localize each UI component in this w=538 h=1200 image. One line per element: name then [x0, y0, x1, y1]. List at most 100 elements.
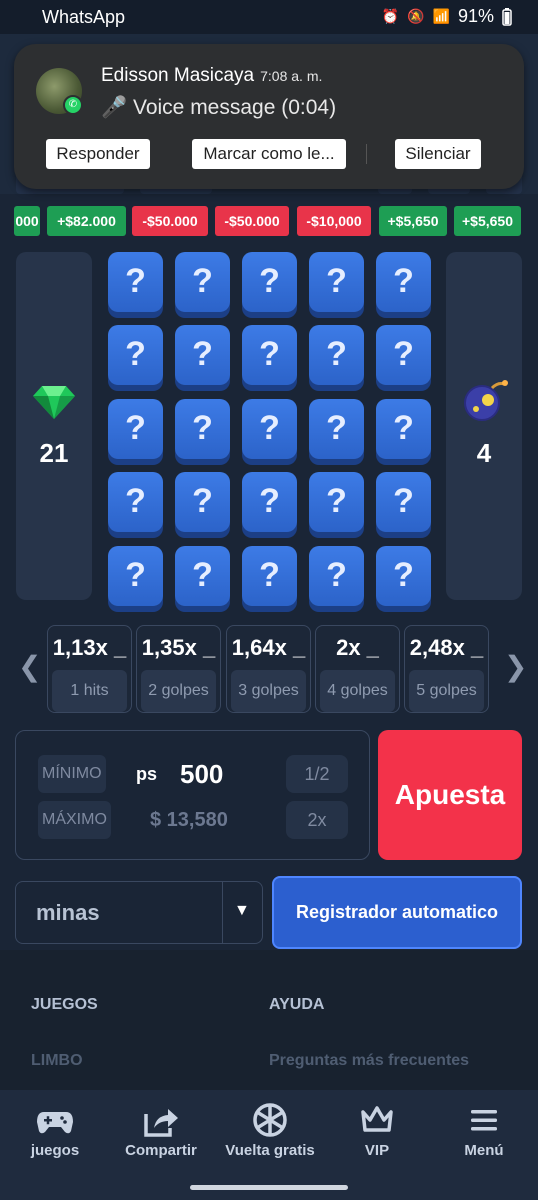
caret-down-icon[interactable]: ▼ — [234, 902, 250, 920]
battery-level: 91% — [457, 6, 494, 26]
mine-tile[interactable]: ? — [242, 252, 297, 312]
bet-button[interactable]: Apuesta — [378, 730, 522, 860]
mine-tile[interactable]: ? — [175, 472, 230, 532]
divider — [222, 882, 223, 943]
mine-tile[interactable]: ? — [309, 546, 364, 606]
history-chip: +$5,650 — [454, 206, 521, 236]
bet-panel: MÍNIMO ps 500 1/2 MÁXIMO $ 13,580 2x — [15, 730, 370, 860]
footer-link-limbo[interactable]: LIMBO — [31, 1052, 83, 1070]
nav-share[interactable]: Compartir — [112, 1090, 210, 1180]
history-chip: -$10,000 — [297, 206, 371, 236]
notification-message: 🎤 Voice message (0:04) — [101, 96, 337, 119]
multiplier-value: 1,13x _ — [52, 635, 127, 660]
mine-tile[interactable]: ? — [175, 325, 230, 385]
mine-tile[interactable]: ? — [309, 325, 364, 385]
history-chip: 000 — [14, 206, 40, 236]
mine-tile[interactable]: ? — [376, 399, 431, 459]
auto-bet-button[interactable]: Registrador automatico — [272, 876, 522, 949]
mine-tile[interactable]: ? — [309, 472, 364, 532]
multiplier-hits: 1 hits — [52, 670, 127, 712]
mark-as-read-button[interactable]: Marcar como le... — [192, 139, 346, 169]
multiplier-hits: 4 golpes — [320, 670, 395, 712]
gems-panel: 21 — [16, 252, 92, 600]
multiplier-hits: 3 golpes — [231, 670, 306, 712]
mine-tile[interactable]: ? — [175, 399, 230, 459]
bet-amount-input[interactable]: 500 — [180, 759, 223, 790]
history-chip: +$82.000 — [47, 206, 126, 236]
history-chip: -$50.000 — [215, 206, 289, 236]
double-bet-button[interactable]: 2x — [286, 801, 348, 839]
mine-tile[interactable]: ? — [175, 546, 230, 606]
battery-icon — [502, 7, 512, 26]
min-bet-button[interactable]: MÍNIMO — [38, 755, 106, 793]
mute-button[interactable]: Silenciar — [395, 139, 481, 169]
mine-tile[interactable]: ? — [108, 546, 163, 606]
whatsapp-icon: ✆ — [63, 95, 83, 115]
gem-icon — [33, 386, 75, 419]
multiplier-value: 1,35x _ — [141, 635, 216, 660]
multiplier-card: 1,13x _ 1 hits — [47, 625, 132, 713]
multiplier-hits: 2 golpes — [141, 670, 216, 712]
menu-icon — [471, 1110, 497, 1131]
multiplier-value: 2,48x _ — [409, 635, 484, 660]
mine-tile[interactable]: ? — [376, 472, 431, 532]
notification-sender: Edisson Masicaya 7:08 a. m. — [101, 65, 323, 86]
game-select-value: minas — [36, 900, 100, 925]
notification-time: 7:08 a. m. — [260, 68, 323, 84]
max-bet-button[interactable]: MÁXIMO — [38, 801, 111, 839]
mine-tile[interactable]: ? — [108, 472, 163, 532]
max-bet-amount: $ 13,580 — [150, 809, 228, 831]
mine-tile[interactable]: ? — [376, 252, 431, 312]
status-bar: WhatsApp ⏰ 🔕 📶 91% — [0, 0, 538, 34]
home-indicator[interactable] — [190, 1185, 348, 1190]
gamepad-icon — [37, 1112, 73, 1134]
footer-help-title: AYUDA — [269, 996, 325, 1013]
currency-label: ps — [136, 764, 158, 784]
half-bet-button[interactable]: 1/2 — [286, 755, 348, 793]
multiplier-card: 1,64x _ 3 golpes — [226, 625, 311, 713]
nav-free-spin[interactable]: Vuelta gratis — [216, 1090, 324, 1180]
bottom-navigation: juegos Compartir Vuelta gratis VIP Menú — [0, 1090, 538, 1200]
multiplier-value: 1,64x _ — [231, 635, 306, 660]
game-select[interactable]: minas ▼ — [15, 881, 263, 944]
share-icon — [144, 1109, 178, 1137]
mines-count: 4 — [476, 438, 492, 468]
multiplier-hits: 5 golpes — [409, 670, 484, 712]
mute-icon: 🔕 — [407, 8, 425, 24]
mine-tile[interactable]: ? — [376, 546, 431, 606]
multiplier-card: 1,35x _ 2 golpes — [136, 625, 221, 713]
nav-games[interactable]: juegos — [14, 1090, 96, 1180]
status-app-name: WhatsApp — [42, 7, 126, 27]
footer-link-faq[interactable]: Preguntas más frecuentes — [269, 1052, 469, 1070]
divider — [366, 144, 367, 164]
gems-count: 21 — [39, 438, 69, 468]
mine-tile[interactable]: ? — [108, 399, 163, 459]
mine-tile[interactable]: ? — [309, 252, 364, 312]
multiplier-card: 2x _ 4 golpes — [315, 625, 400, 713]
whatsapp-notification[interactable]: ✆ Edisson Masicaya 7:08 a. m. 🎤 Voice mes… — [14, 44, 524, 189]
wifi-icon: 📶 — [432, 8, 450, 24]
mine-tile[interactable]: ? — [242, 325, 297, 385]
multiplier-value: 2x _ — [336, 635, 379, 660]
mines-panel: 4 — [446, 252, 522, 600]
multiplier-card: 2,48x _ 5 golpes — [404, 625, 489, 713]
chevron-left-icon[interactable]: ❮ — [18, 650, 41, 683]
nav-menu[interactable]: Menú — [444, 1090, 524, 1180]
nav-vip[interactable]: VIP — [340, 1090, 414, 1180]
chevron-right-icon[interactable]: ❯ — [504, 650, 527, 683]
mine-tile[interactable]: ? — [242, 546, 297, 606]
mine-tile[interactable]: ? — [108, 252, 163, 312]
mine-tile[interactable]: ? — [376, 325, 431, 385]
bomb-icon — [464, 380, 508, 421]
alarm-icon: ⏰ — [381, 8, 400, 24]
footer-games-title: JUEGOS — [31, 996, 98, 1013]
history-chip: +$5,650 — [379, 206, 447, 236]
mine-tile[interactable]: ? — [309, 399, 364, 459]
mine-tile[interactable]: ? — [242, 472, 297, 532]
reply-button[interactable]: Responder — [46, 139, 150, 169]
history-chip: -$50.000 — [132, 206, 208, 236]
wheel-icon — [253, 1103, 287, 1137]
mine-tile[interactable]: ? — [242, 399, 297, 459]
mine-tile[interactable]: ? — [175, 252, 230, 312]
mine-tile[interactable]: ? — [108, 325, 163, 385]
